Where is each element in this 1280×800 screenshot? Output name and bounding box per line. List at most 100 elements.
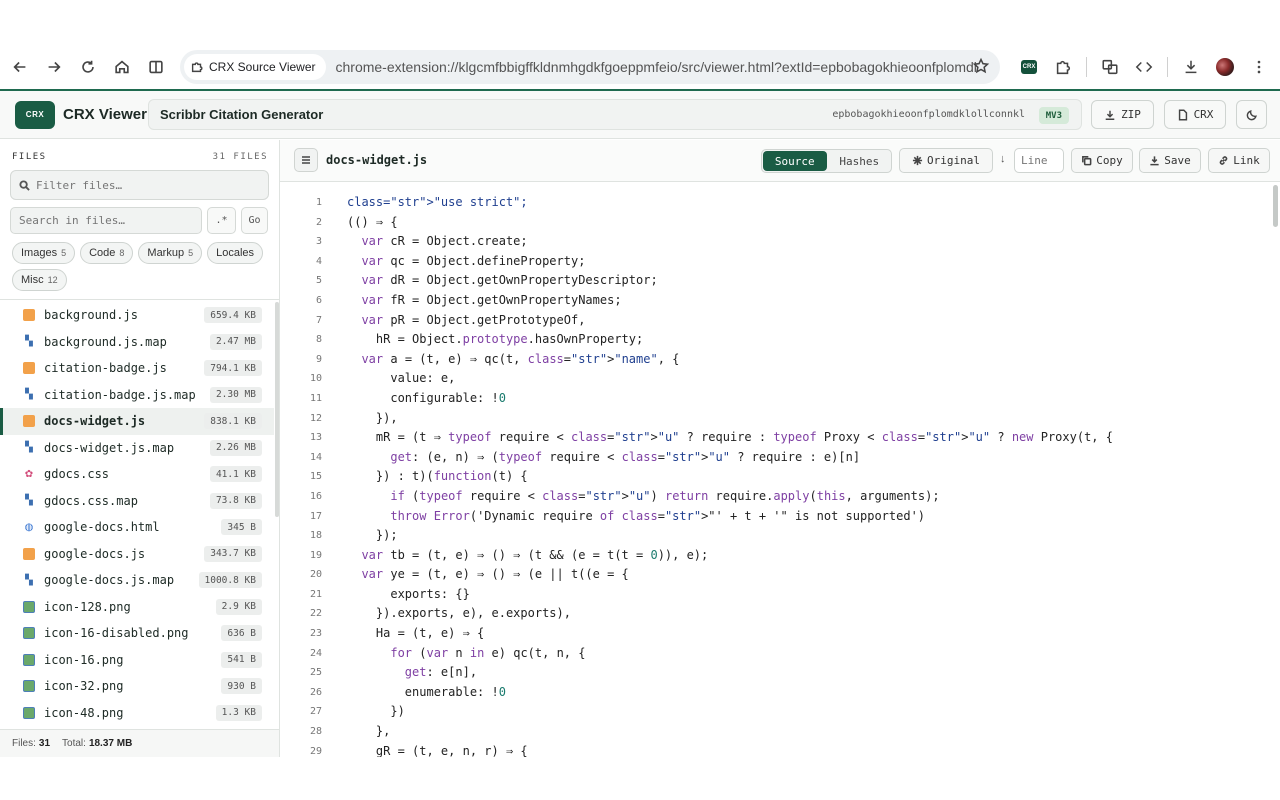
search-icon xyxy=(19,179,30,191)
extension-info-bar: Scribbr Citation Generator epbobagokhieo… xyxy=(148,99,1082,130)
source-tab[interactable]: Source xyxy=(763,151,827,171)
search-in-files-field[interactable] xyxy=(10,207,202,234)
file-list-item[interactable]: citation-badge.js 794.1 KB xyxy=(0,355,274,382)
download-icon[interactable] xyxy=(1174,50,1208,84)
hamburger-icon xyxy=(302,156,310,164)
line-number: 24 xyxy=(309,647,322,659)
regex-toggle-button[interactable]: .* xyxy=(207,207,236,234)
file-list-scrollbar[interactable] xyxy=(275,302,279,517)
app-title: CRX Viewer xyxy=(63,106,147,123)
file-image-icon xyxy=(23,653,35,666)
sparkle-icon xyxy=(912,155,923,166)
file-name: google-docs.js xyxy=(44,546,146,561)
code-line: class="str">"use strict"; xyxy=(347,195,528,209)
search-in-files-input[interactable] xyxy=(19,214,194,227)
original-label: Original xyxy=(927,154,980,167)
file-js-icon xyxy=(23,415,35,428)
filter-files-input[interactable] xyxy=(36,178,256,192)
file-size-badge: 541 B xyxy=(221,651,262,668)
link-label: Link xyxy=(1233,154,1260,167)
line-number: 20 xyxy=(309,569,322,581)
original-button[interactable]: Original xyxy=(899,148,993,173)
filter-chip-markup[interactable]: Markup 5 xyxy=(138,242,203,264)
home-icon[interactable] xyxy=(105,50,139,84)
link-button[interactable]: Link xyxy=(1208,148,1270,173)
hashes-tab[interactable]: Hashes xyxy=(828,150,892,172)
code-line: }).exports, e), e.exports), xyxy=(347,606,571,621)
file-list-item[interactable]: icon-16.png 541 B xyxy=(0,647,274,674)
back-icon[interactable] xyxy=(3,50,37,84)
file-list-item[interactable]: docs-widget.js 838.1 KB xyxy=(0,408,274,435)
line-number: 29 xyxy=(309,745,322,757)
file-list-item[interactable]: icon-128.png 2.9 KB xyxy=(0,594,274,621)
filter-chip-code[interactable]: Code 8 xyxy=(80,242,134,264)
code-line: var ye = (t, e) ⇒ () ⇒ (e || t((e = { xyxy=(361,567,629,582)
code-line: }) : t)(function(t) { xyxy=(347,469,528,484)
file-list-item[interactable]: ✿ gdocs.css 41.1 KB xyxy=(0,461,274,488)
manifest-version-badge: MV3 xyxy=(1038,107,1069,124)
chip-count: 5 xyxy=(188,248,194,258)
file-list-item[interactable]: ▚ gdocs.css.map 73.8 KB xyxy=(0,488,274,515)
crx-extension-icon[interactable]: CRX xyxy=(1012,50,1046,84)
toggle-sidebar-button[interactable] xyxy=(294,148,318,172)
bookmark-star-icon[interactable] xyxy=(972,57,990,80)
filter-files-field[interactable] xyxy=(10,170,269,200)
code-icon[interactable] xyxy=(1127,50,1161,84)
profile-avatar[interactable] xyxy=(1208,50,1242,84)
line-number: 2 xyxy=(315,216,322,228)
file-list-item[interactable]: ▚ docs-widget.js.map 2.26 MB xyxy=(0,435,274,462)
file-list-item[interactable]: icon-32.png 930 B xyxy=(0,673,274,700)
filter-chip-images[interactable]: Images 5 xyxy=(12,242,76,264)
category-chips: Images 5 Code 8 Markup 5 Locales Misc 12 xyxy=(12,242,272,291)
file-name: google-docs.html xyxy=(44,520,160,535)
file-list-item[interactable]: ▚ google-docs.js.map 1000.8 KB xyxy=(0,567,274,594)
save-button[interactable]: Save xyxy=(1139,148,1201,173)
file-size-badge: 838.1 KB xyxy=(204,413,262,430)
reload-icon[interactable] xyxy=(71,50,105,84)
filter-chip-locales[interactable]: Locales xyxy=(207,242,264,264)
total-footer-value: 18.37 MB xyxy=(88,738,133,749)
download-zip-button[interactable]: ZIP xyxy=(1091,100,1154,129)
translate-icon[interactable] xyxy=(1093,50,1127,84)
file-size-badge: 1.3 KB xyxy=(215,704,262,721)
file-name: icon-16-disabled.png xyxy=(44,626,189,641)
file-list-item[interactable]: background.js 659.4 KB xyxy=(0,302,274,329)
code-line: get: e[n], xyxy=(404,665,478,680)
code-line: hR = Object.prototype.hasOwnProperty; xyxy=(347,332,644,347)
file-size-badge: 2.9 KB xyxy=(215,598,262,615)
code-viewer[interactable]: 1 2 3 4 5 6 7 8 9 10 11 12 13 14 15 16 17 18 19 20 21 22 23 24 2… xyxy=(280,183,1280,757)
line-number: 8 xyxy=(315,334,322,346)
site-info-chip[interactable]: CRX Source Viewer xyxy=(184,54,326,80)
code-line: gR = (t, e, n, r) ⇒ { xyxy=(347,743,528,757)
file-list-item[interactable]: google-docs.js 343.7 KB xyxy=(0,541,274,568)
more-menu-icon[interactable] xyxy=(1242,50,1276,84)
file-list-item[interactable]: ▚ citation-badge.js.map 2.30 MB xyxy=(0,382,274,409)
filter-chip-misc[interactable]: Misc 12 xyxy=(12,269,67,291)
file-list-item[interactable]: ▚ background.js.map 2.47 MB xyxy=(0,329,274,356)
zip-label: ZIP xyxy=(1121,108,1141,121)
file-name: icon-128.png xyxy=(44,599,131,614)
file-list-item[interactable]: icon-16-disabled.png 636 B xyxy=(0,620,274,647)
copy-button[interactable]: Copy xyxy=(1071,148,1133,173)
code-content[interactable]: class="str">"use strict"; (() ⇒ { var cR … xyxy=(347,193,1113,757)
chip-label: Images xyxy=(21,247,58,259)
extensions-puzzle-icon[interactable] xyxy=(1046,50,1080,84)
split-view-icon[interactable] xyxy=(139,50,173,84)
download-crx-button[interactable]: CRX xyxy=(1164,100,1226,129)
goto-line-input[interactable] xyxy=(1014,148,1064,173)
search-go-button[interactable]: Go xyxy=(241,207,268,234)
line-number: 17 xyxy=(309,510,322,522)
file-list-item[interactable]: ◍ google-docs.html 345 B xyxy=(0,514,274,541)
code-scrollbar[interactable] xyxy=(1273,185,1278,227)
files-footer-value: 31 xyxy=(38,738,51,749)
current-file-name: docs-widget.js xyxy=(326,153,428,167)
line-number: 4 xyxy=(315,255,322,267)
theme-toggle-button[interactable] xyxy=(1236,100,1267,129)
file-size-badge: 794.1 KB xyxy=(204,360,262,377)
forward-icon[interactable] xyxy=(37,50,71,84)
file-name: background.js.map xyxy=(44,334,167,349)
url-text[interactable]: chrome-extension://klgcmfbbigffkldnmhgdk… xyxy=(336,59,976,75)
file-js-icon xyxy=(23,547,35,560)
address-bar[interactable]: CRX Source Viewer chrome-extension://klg… xyxy=(180,50,1000,84)
file-list-item[interactable]: icon-48.png 1.3 KB xyxy=(0,700,274,727)
